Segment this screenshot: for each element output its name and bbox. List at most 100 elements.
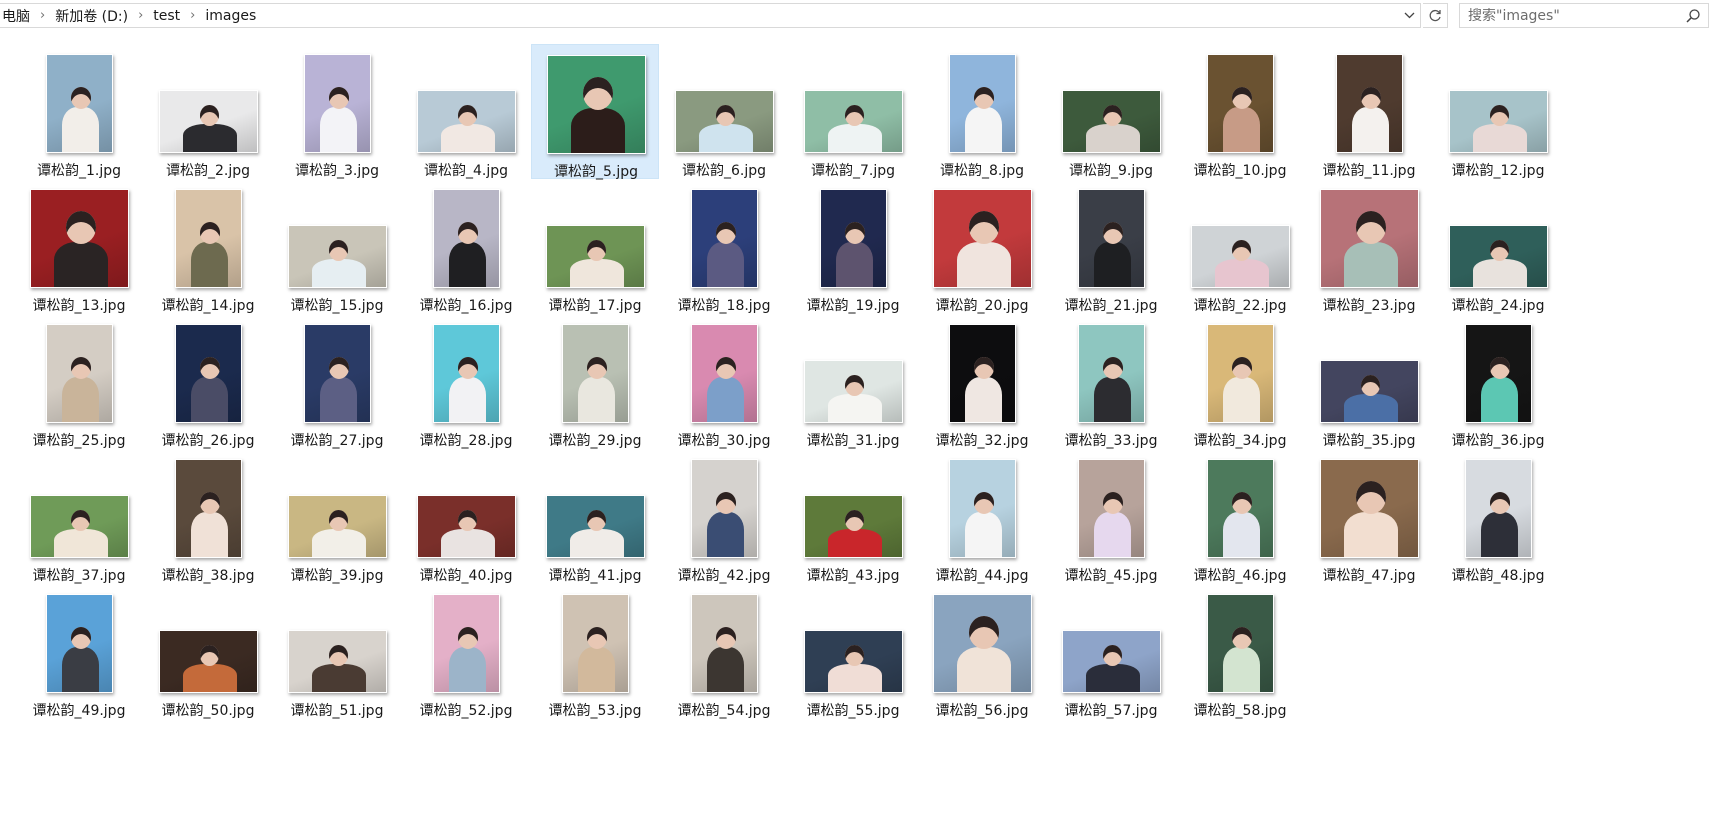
file-item[interactable]: 谭松韵_11.jpg (1305, 44, 1433, 179)
image-thumbnail[interactable] (1206, 324, 1274, 423)
image-thumbnail[interactable] (948, 54, 1016, 153)
file-item[interactable]: 谭松韵_8.jpg (918, 44, 1046, 179)
image-thumbnail[interactable] (1448, 90, 1548, 153)
chevron-down-icon[interactable] (1400, 6, 1418, 25)
image-thumbnail[interactable] (303, 324, 371, 423)
file-item[interactable]: 谭松韵_26.jpg (144, 314, 272, 449)
file-item[interactable]: 谭松韵_1.jpg (15, 44, 143, 179)
image-thumbnail[interactable] (690, 459, 758, 558)
image-thumbnail[interactable] (1319, 189, 1419, 288)
file-item[interactable]: 谭松韵_9.jpg (1047, 44, 1175, 179)
file-item[interactable]: 谭松韵_35.jpg (1305, 314, 1433, 449)
file-item[interactable]: 谭松韵_32.jpg (918, 314, 1046, 449)
image-thumbnail[interactable] (432, 594, 500, 693)
file-item[interactable]: 谭松韵_4.jpg (402, 44, 530, 179)
image-thumbnail[interactable] (1190, 225, 1290, 288)
file-item[interactable]: 谭松韵_40.jpg (402, 449, 530, 584)
file-item[interactable]: 谭松韵_38.jpg (144, 449, 272, 584)
image-thumbnail[interactable] (1077, 324, 1145, 423)
file-item[interactable]: 谭松韵_46.jpg (1176, 449, 1304, 584)
file-item[interactable]: 谭松韵_6.jpg (660, 44, 788, 179)
image-thumbnail[interactable] (287, 495, 387, 558)
file-item[interactable]: 谭松韵_13.jpg (15, 179, 143, 314)
file-item[interactable]: 谭松韵_47.jpg (1305, 449, 1433, 584)
file-item[interactable]: 谭松韵_24.jpg (1434, 179, 1562, 314)
chevron-right-icon[interactable]: › (184, 8, 201, 23)
file-item[interactable]: 谭松韵_29.jpg (531, 314, 659, 449)
file-item[interactable]: 谭松韵_7.jpg (789, 44, 917, 179)
file-item[interactable]: 谭松韵_52.jpg (402, 584, 530, 719)
file-item[interactable]: 谭松韵_58.jpg (1176, 584, 1304, 719)
image-thumbnail[interactable] (45, 324, 113, 423)
image-thumbnail[interactable] (1335, 54, 1403, 153)
image-thumbnail[interactable] (1319, 360, 1419, 423)
image-thumbnail[interactable] (561, 324, 629, 423)
image-thumbnail[interactable] (1464, 324, 1532, 423)
image-thumbnail[interactable] (1061, 630, 1161, 693)
image-thumbnail[interactable] (932, 594, 1032, 693)
image-thumbnail[interactable] (803, 360, 903, 423)
file-item[interactable]: 谭松韵_30.jpg (660, 314, 788, 449)
file-item[interactable]: 谭松韵_57.jpg (1047, 584, 1175, 719)
image-thumbnail[interactable] (674, 90, 774, 153)
file-item[interactable]: 谭松韵_44.jpg (918, 449, 1046, 584)
chevron-right-icon[interactable]: › (34, 8, 51, 23)
refresh-icon[interactable] (1423, 3, 1448, 28)
file-item[interactable]: 谭松韵_48.jpg (1434, 449, 1562, 584)
file-item[interactable]: 谭松韵_15.jpg (273, 179, 401, 314)
image-thumbnail[interactable] (158, 630, 258, 693)
image-thumbnail[interactable] (1206, 459, 1274, 558)
file-item[interactable]: 谭松韵_17.jpg (531, 179, 659, 314)
file-item[interactable]: 谭松韵_3.jpg (273, 44, 401, 179)
chevron-right-icon[interactable]: › (132, 8, 149, 23)
image-thumbnail[interactable] (416, 495, 516, 558)
search-box[interactable] (1459, 3, 1709, 28)
image-thumbnail[interactable] (1448, 225, 1548, 288)
file-item[interactable]: 谭松韵_33.jpg (1047, 314, 1175, 449)
image-thumbnail[interactable] (432, 324, 500, 423)
image-thumbnail[interactable] (29, 495, 129, 558)
file-item[interactable]: 谭松韵_41.jpg (531, 449, 659, 584)
breadcrumb-this-pc[interactable]: 电脑 (0, 6, 34, 26)
breadcrumb-test[interactable]: test (149, 8, 184, 24)
file-item[interactable]: 谭松韵_27.jpg (273, 314, 401, 449)
file-item[interactable]: 谭松韵_5.jpg (531, 44, 659, 180)
image-thumbnail[interactable] (1319, 459, 1419, 558)
image-thumbnail[interactable] (546, 55, 646, 154)
image-thumbnail[interactable] (158, 90, 258, 153)
image-thumbnail[interactable] (416, 90, 516, 153)
image-thumbnail[interactable] (45, 594, 113, 693)
image-thumbnail[interactable] (932, 189, 1032, 288)
file-item[interactable]: 谭松韵_14.jpg (144, 179, 272, 314)
image-thumbnail[interactable] (174, 459, 242, 558)
image-thumbnail[interactable] (29, 189, 129, 288)
image-thumbnail[interactable] (174, 324, 242, 423)
image-thumbnail[interactable] (803, 90, 903, 153)
image-thumbnail[interactable] (1206, 594, 1274, 693)
file-item[interactable]: 谭松韵_45.jpg (1047, 449, 1175, 584)
image-thumbnail[interactable] (545, 495, 645, 558)
image-thumbnail[interactable] (819, 189, 887, 288)
image-thumbnail[interactable] (287, 630, 387, 693)
file-item[interactable]: 谭松韵_56.jpg (918, 584, 1046, 719)
file-item[interactable]: 谭松韵_18.jpg (660, 179, 788, 314)
image-thumbnail[interactable] (803, 495, 903, 558)
image-thumbnail[interactable] (1206, 54, 1274, 153)
image-thumbnail[interactable] (545, 225, 645, 288)
file-item[interactable]: 谭松韵_42.jpg (660, 449, 788, 584)
file-item[interactable]: 谭松韵_37.jpg (15, 449, 143, 584)
image-thumbnail[interactable] (690, 594, 758, 693)
image-thumbnail[interactable] (803, 630, 903, 693)
file-item[interactable]: 谭松韵_28.jpg (402, 314, 530, 449)
file-item[interactable]: 谭松韵_54.jpg (660, 584, 788, 719)
breadcrumb-drive-d[interactable]: 新加卷 (D:) (51, 6, 132, 26)
image-thumbnail[interactable] (174, 189, 242, 288)
file-item[interactable]: 谭松韵_50.jpg (144, 584, 272, 719)
file-item[interactable]: 谭松韵_34.jpg (1176, 314, 1304, 449)
file-item[interactable]: 谭松韵_19.jpg (789, 179, 917, 314)
image-thumbnail[interactable] (690, 189, 758, 288)
image-thumbnail[interactable] (690, 324, 758, 423)
file-item[interactable]: 谭松韵_2.jpg (144, 44, 272, 179)
search-input[interactable] (1460, 7, 1686, 24)
image-thumbnail[interactable] (1061, 90, 1161, 153)
